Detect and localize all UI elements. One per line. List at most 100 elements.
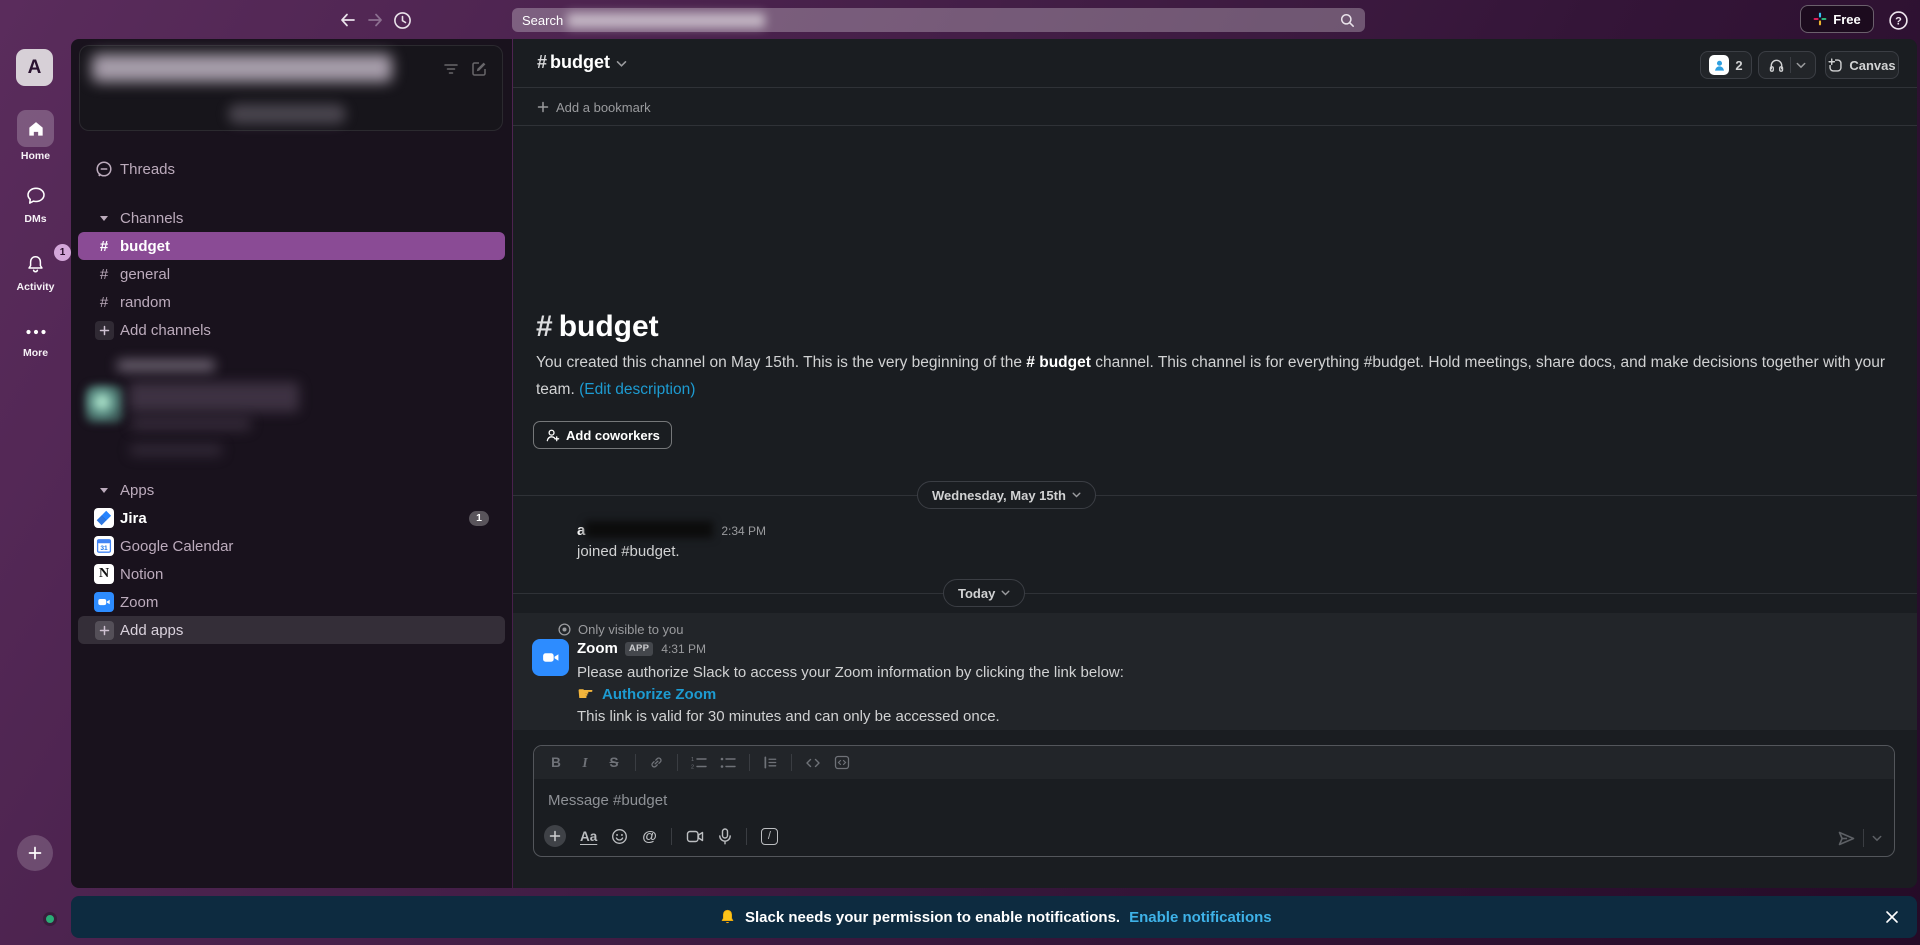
message-avatar[interactable] (533, 520, 569, 556)
channel-label: random (120, 294, 171, 311)
sidebar-channel-budget[interactable]: # budget (78, 232, 505, 260)
code-block-button[interactable] (834, 755, 850, 770)
bullet-list-button[interactable] (720, 755, 736, 770)
search-input[interactable]: Search (512, 8, 1365, 32)
history-forward-button[interactable] (362, 7, 388, 33)
code-button[interactable] (805, 756, 821, 770)
google-calendar-icon: 31 (94, 536, 114, 556)
audio-clip-button[interactable] (718, 828, 732, 845)
apps-section-header[interactable]: Apps (78, 476, 505, 504)
ordered-list-button[interactable]: 12 (691, 755, 707, 770)
sidebar-app-google-calendar[interactable]: 31 Google Calendar (78, 532, 505, 560)
message-timestamp[interactable]: 2:34 PM (721, 524, 766, 538)
italic-button[interactable]: I (577, 755, 593, 771)
plus-icon (95, 321, 114, 340)
sidebar-app-notion[interactable]: N Notion (78, 560, 505, 588)
close-banner-button[interactable] (1881, 906, 1903, 928)
sidebar-add-channels[interactable]: Add channels (78, 316, 505, 344)
sender-name[interactable]: Zoom (577, 640, 618, 657)
message-timestamp[interactable]: 4:31 PM (661, 642, 706, 656)
message-text: joined #budget. (577, 543, 766, 560)
arrow-right-icon (367, 12, 384, 28)
send-options-chevron[interactable] (1872, 835, 1882, 842)
attach-plus-button[interactable] (544, 825, 566, 847)
create-new-button[interactable] (17, 835, 53, 871)
message-input[interactable]: Message #budget (548, 792, 667, 809)
hash-icon: # (94, 294, 114, 311)
add-channels-label: Add channels (120, 322, 211, 339)
slack-app-window: Search Free ? A Home DMs (0, 0, 1920, 945)
sidebar-app-zoom[interactable]: Zoom (78, 588, 505, 616)
avatar-image (533, 520, 569, 556)
top-bar: Search Free ? (0, 0, 1920, 39)
add-bookmark-button[interactable]: Add a bookmark (556, 100, 651, 115)
notification-banner: Slack needs your permission to enable no… (71, 896, 1917, 938)
edit-description-link[interactable]: (Edit description) (579, 381, 695, 398)
rail-item-home[interactable]: Home (0, 110, 71, 162)
channel-label: budget (120, 238, 170, 255)
app-label: Jira (120, 510, 147, 527)
help-button[interactable]: ? (1886, 8, 1910, 32)
hash-icon: # (94, 266, 114, 283)
today-divider-pill[interactable]: Today (943, 579, 1025, 607)
strikethrough-button[interactable]: S (606, 755, 622, 770)
search-icon (1340, 13, 1355, 28)
sidebar-item-label: Threads (120, 161, 175, 178)
history-back-button[interactable] (334, 7, 360, 33)
new-message-icon[interactable] (470, 60, 488, 78)
user-avatar[interactable] (17, 886, 53, 922)
section-label: Channels (120, 210, 183, 227)
sidebar-app-jira[interactable]: Jira 1 (78, 504, 505, 532)
send-button[interactable] (1838, 831, 1855, 846)
emoji-button[interactable] (611, 828, 628, 845)
channel-intro-title: # budget (536, 310, 659, 344)
zoom-message-line1: Please authorize Slack to access your Zo… (577, 662, 1124, 683)
rail-item-activity[interactable]: 1 Activity (0, 250, 71, 293)
text-format-button[interactable]: Aa (580, 829, 597, 844)
sidebar-channel-random[interactable]: # random (78, 288, 505, 316)
link-button[interactable] (649, 755, 664, 770)
ephemeral-message-block: Only visible to you ZoomAPP4:31 PM Pleas… (513, 613, 1917, 730)
add-coworkers-button[interactable]: Add coworkers (533, 421, 672, 449)
channel-label: general (120, 266, 170, 283)
jira-unread-badge: 1 (469, 511, 489, 526)
members-button[interactable]: 2 (1700, 51, 1752, 79)
rail-item-dms[interactable]: DMs (0, 182, 71, 225)
svg-text:1: 1 (691, 757, 694, 763)
sender-name-prefix[interactable]: a (577, 522, 585, 539)
canvas-label: Canvas (1849, 58, 1895, 73)
canvas-icon (1828, 58, 1843, 73)
huddle-button[interactable] (1758, 51, 1816, 79)
sidebar-channel-general[interactable]: # general (78, 260, 505, 288)
message-join: a 2:34 PM joined #budget. (577, 521, 766, 560)
redacted-dm-avatar (85, 385, 123, 423)
mention-button[interactable]: @ (642, 828, 657, 845)
zoom-app-avatar[interactable] (532, 639, 569, 676)
slack-logo-icon (1813, 12, 1827, 26)
bold-button[interactable]: B (548, 755, 564, 770)
jira-icon (94, 508, 114, 528)
free-plan-badge[interactable]: Free (1800, 5, 1874, 33)
channel-intro-description: You created this channel on May 15th. Th… (536, 349, 1898, 403)
authorize-zoom-link[interactable]: Authorize Zoom (602, 684, 716, 705)
shortcuts-button[interactable]: / (761, 828, 778, 845)
chevron-down-icon[interactable] (1796, 62, 1806, 69)
svg-text:2: 2 (691, 765, 694, 771)
canvas-button[interactable]: Canvas (1825, 51, 1899, 79)
sidebar-add-apps[interactable]: Add apps (78, 616, 505, 644)
channels-section-header[interactable]: Channels (78, 204, 505, 232)
video-clip-button[interactable] (686, 829, 704, 844)
close-icon (1885, 910, 1899, 924)
channel-name-button[interactable]: # budget (537, 52, 627, 73)
sidebar-item-threads[interactable]: Threads (78, 155, 505, 183)
filter-icon[interactable] (442, 60, 460, 78)
history-clock-button[interactable] (389, 7, 415, 33)
workspace-header[interactable] (79, 45, 503, 131)
message-composer[interactable]: B I S 12 Message #budget Aa @ (533, 745, 1895, 857)
enable-notifications-link[interactable]: Enable notifications (1129, 909, 1272, 926)
redacted-search-text (567, 13, 765, 28)
date-divider-pill[interactable]: Wednesday, May 15th (917, 481, 1096, 509)
rail-item-more[interactable]: More (0, 320, 71, 359)
blockquote-button[interactable] (763, 755, 778, 770)
workspace-avatar[interactable]: A (16, 49, 53, 86)
